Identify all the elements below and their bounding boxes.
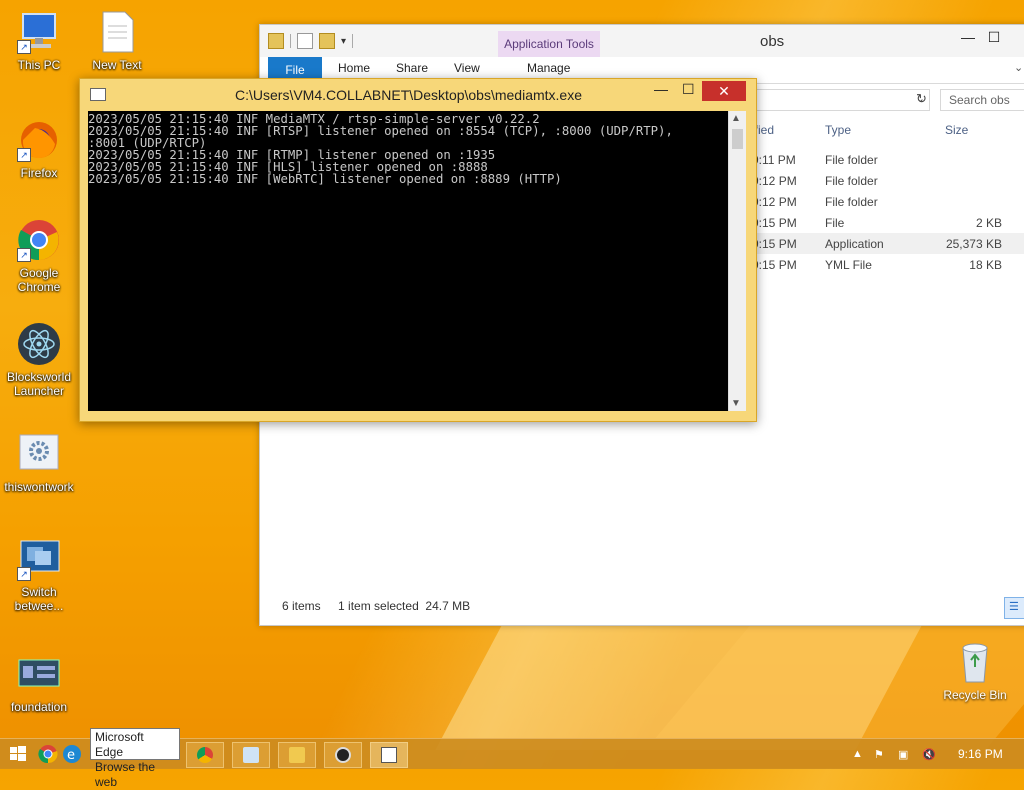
chrome-icon [197, 747, 213, 763]
chevron-down-icon[interactable]: ▼ [731, 398, 741, 409]
status-selection: 1 item selected 24.7 MB [338, 599, 471, 613]
windows-start-icon[interactable] [8, 744, 28, 764]
desktop-icon-google-chrome[interactable]: ↗ Google Chrome [0, 218, 78, 294]
tab-view[interactable]: View [454, 61, 480, 75]
maximize-button[interactable]: ☐ [682, 81, 695, 98]
folder-icon [289, 747, 305, 763]
text-document-icon [95, 10, 139, 54]
minimize-button[interactable]: — [654, 81, 668, 97]
status-item-count: 6 items [282, 599, 321, 613]
foundation-app-icon [17, 652, 61, 696]
file-row-selected[interactable]: 9:15 PM Application 25,373 KB [750, 233, 1024, 254]
desktop-icon-label: thiswontwork [4, 480, 74, 494]
desktop-icon-label: New Text Document [92, 58, 142, 72]
wallpaper-ray [435, 620, 925, 750]
column-header-size[interactable]: Size [945, 123, 968, 137]
quick-access-toolbar: ▾ [268, 33, 354, 49]
edge-taskbar-icon[interactable]: e [62, 744, 82, 764]
firefox-icon: ↗ [17, 118, 61, 162]
taskbar-clock[interactable]: 9:16 PM [958, 747, 1003, 761]
file-row[interactable]: 9:15 PM YML File 18 KB [750, 254, 1024, 275]
details-view-icon: ☰ [1009, 601, 1019, 613]
close-button[interactable]: ✕ [702, 81, 746, 101]
search-input[interactable]: Search obs [940, 89, 1024, 111]
network-icon[interactable]: ▣ [898, 748, 908, 761]
explorer-titlebar[interactable]: ▾ Application Tools obs — ☐ [260, 25, 1024, 57]
properties-icon[interactable] [297, 33, 313, 49]
taskbar-file-explorer[interactable] [278, 742, 316, 768]
chevron-up-icon[interactable]: ▲ [852, 748, 863, 760]
minimize-button[interactable]: — [954, 29, 982, 45]
svg-text:e: e [67, 748, 75, 763]
settings-file-icon [17, 432, 61, 476]
file-row[interactable]: 9:12 PM File folder [750, 170, 1024, 191]
console-scrollbar[interactable]: ▲ ▼ [728, 111, 746, 411]
application-tools-context-tab: Application Tools [498, 31, 600, 57]
desktop-icon-this-pc[interactable]: ↗ This PC [0, 10, 78, 72]
taskbar-notepad[interactable] [232, 742, 270, 768]
folder-icon[interactable] [268, 33, 284, 49]
tab-share[interactable]: Share [396, 61, 428, 75]
chevron-up-icon[interactable]: ▲ [731, 113, 741, 124]
console-output-text: 2023/05/05 21:15:40 INF MediaMTX / rtsp-… [88, 112, 673, 186]
file-row[interactable]: 9:12 PM File folder [750, 191, 1024, 212]
console-window-icon[interactable] [90, 88, 106, 101]
desktop-icon-label: Firefox [20, 166, 58, 180]
edge-tooltip: Microsoft Edge Browse the web [90, 728, 180, 789]
console-titlebar[interactable]: C:\Users\VM4.COLLABNET\Desktop\obs\media… [80, 79, 756, 111]
console-icon [381, 747, 397, 763]
chrome-taskbar-icon[interactable] [38, 744, 58, 764]
desktop-icon-recycle-bin[interactable]: Recycle Bin [940, 638, 1010, 702]
desktop-icon-new-text-document[interactable]: New Text Document [78, 10, 156, 72]
details-view-button[interactable]: ☰ [1004, 597, 1024, 619]
taskbar-chrome[interactable] [186, 742, 224, 768]
desktop-icon-blocksworld-launcher[interactable]: Blocksworld Launcher [0, 322, 78, 398]
console-output-area[interactable]: 2023/05/05 21:15:40 INF MediaMTX / rtsp-… [88, 111, 728, 411]
action-center-flag-icon[interactable]: ⚑ [874, 748, 884, 761]
column-header-type[interactable]: Type [825, 123, 851, 137]
file-row[interactable]: 9:11 PM File folder [750, 149, 1024, 170]
blocksworld-atom-icon [17, 322, 61, 366]
desktop-icon-label: foundation [10, 700, 68, 714]
desktop-icon-label: Recycle Bin [943, 688, 1007, 702]
tab-home[interactable]: Home [338, 61, 370, 75]
address-bar[interactable]: ⌄ [750, 89, 930, 111]
desktop-icon-label: Switch betwee... [14, 585, 64, 613]
ribbon-expand-icon[interactable]: ⌄ [1014, 61, 1023, 74]
chrome-icon: ↗ [17, 218, 61, 262]
console-title: C:\Users\VM4.COLLABNET\Desktop\obs\media… [235, 87, 583, 103]
notepad-icon [243, 747, 259, 763]
obs-icon [335, 747, 351, 763]
window-title: obs [760, 33, 785, 50]
volume-muted-icon[interactable]: 🔇 [922, 748, 936, 761]
tab-manage[interactable]: Manage [527, 61, 570, 75]
desktop-icon-switch-between-windows[interactable]: ↗ Switch betwee... [0, 537, 78, 613]
computer-icon: ↗ [17, 10, 61, 54]
address-row: ⌄ ↻ Search obs [750, 87, 1024, 115]
console-window[interactable]: C:\Users\VM4.COLLABNET\Desktop\obs\media… [79, 78, 757, 422]
switch-windows-icon: ↗ [17, 537, 61, 581]
refresh-icon[interactable]: ↻ [916, 91, 927, 107]
new-folder-icon[interactable] [319, 33, 335, 49]
status-bar: 6 items 1 item selected 24.7 MB [282, 599, 470, 613]
file-row[interactable]: 9:15 PM File 2 KB [750, 212, 1024, 233]
taskbar-obs[interactable] [324, 742, 362, 768]
taskbar-console[interactable] [370, 742, 408, 768]
desktop-icon-label: Blocksworld Launcher [6, 370, 72, 398]
recycle-bin-icon [953, 638, 997, 684]
maximize-button[interactable]: ☐ [980, 29, 1008, 46]
desktop-icon-label: This PC [17, 58, 61, 72]
desktop-icon-foundation[interactable]: foundation [0, 652, 78, 714]
chevron-down-icon[interactable]: ▾ [341, 36, 346, 47]
desktop-icon-thiswontwork[interactable]: thiswontwork [0, 432, 78, 494]
scrollbar-thumb[interactable] [732, 129, 743, 149]
desktop-icon-firefox[interactable]: ↗ Firefox [0, 118, 78, 180]
desktop-icon-label: Google Chrome [17, 266, 61, 294]
tooltip-description: Browse the web [95, 760, 156, 789]
tooltip-title: Microsoft Edge [95, 730, 144, 759]
